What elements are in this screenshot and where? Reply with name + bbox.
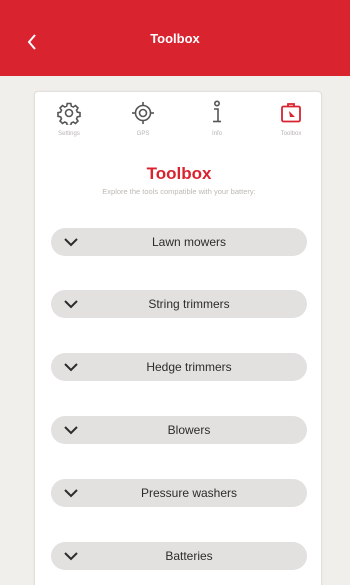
chevron-down-icon (64, 238, 78, 247)
tab-bar: Settings GPS Info Toolbox (35, 100, 323, 150)
chevron-down-icon (64, 300, 78, 309)
tab-info-label: Info (211, 131, 222, 137)
gear-icon (56, 100, 82, 126)
info-icon (204, 100, 230, 126)
chevron-down-icon (64, 552, 78, 561)
accordion-label: Pressure washers (140, 486, 238, 500)
tab-toolbox[interactable]: Toolbox (263, 100, 319, 150)
tab-settings[interactable]: Settings (41, 100, 97, 150)
accordion-label: Blowers (167, 423, 211, 437)
accordion-pressure-washers[interactable]: Pressure washers (51, 479, 307, 507)
accordion-label: Hedge trimmers (146, 360, 232, 374)
accordion-string-trimmers[interactable]: String trimmers (51, 290, 307, 318)
tab-info[interactable]: Info (189, 100, 245, 150)
chevron-down-icon (64, 426, 78, 435)
toolbox-icon (278, 100, 304, 126)
page-title: Toolbox (146, 164, 212, 183)
back-button[interactable] (22, 30, 42, 54)
header-title: Toolbox (150, 30, 200, 46)
tab-settings-label: Settings (58, 131, 80, 137)
chevron-down-icon (64, 489, 78, 498)
accordion-label: Lawn mowers (151, 235, 227, 249)
chevron-left-icon (27, 34, 36, 50)
toolbox-card: Settings GPS Info Toolbox Toolbox Explor… (34, 91, 322, 585)
accordion-lawn-mowers[interactable]: Lawn mowers (51, 228, 307, 256)
chevron-down-icon (64, 363, 78, 372)
app-header: Toolbox (0, 0, 350, 76)
tab-gps-label: GPS (136, 131, 150, 137)
tab-gps[interactable]: GPS (115, 100, 171, 150)
accordion-hedge-trimmers[interactable]: Hedge trimmers (51, 353, 307, 381)
accordion-blowers[interactable]: Blowers (51, 416, 307, 444)
accordion-label: Batteries (165, 549, 213, 563)
gps-icon (130, 100, 156, 126)
accordion-label: String trimmers (148, 297, 230, 311)
page-subtitle: Explore the tools compatible with your b… (102, 187, 256, 196)
accordion-batteries[interactable]: Batteries (51, 542, 307, 570)
tab-toolbox-label: Toolbox (280, 131, 302, 137)
